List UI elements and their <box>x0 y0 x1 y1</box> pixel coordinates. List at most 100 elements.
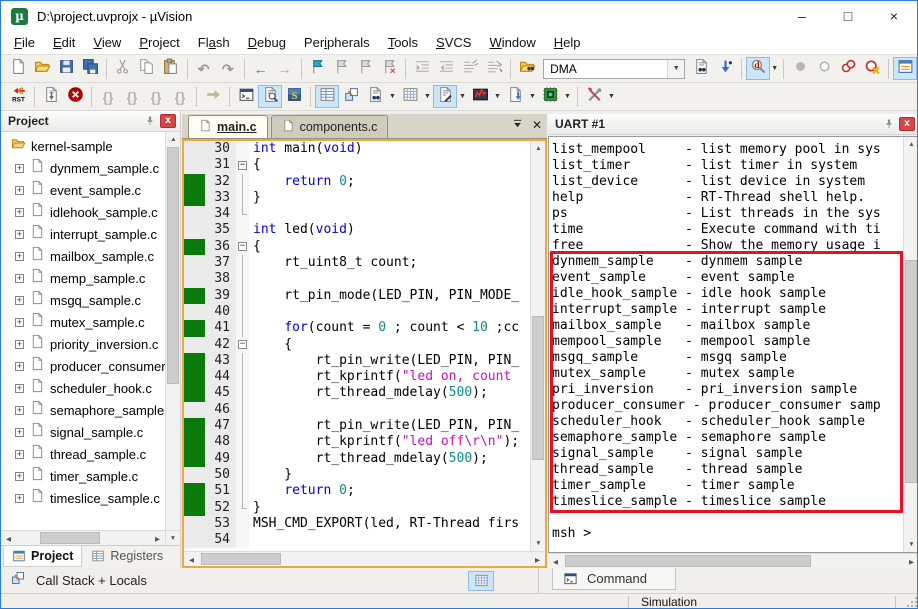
breakpoint-disable-all-button[interactable] <box>836 57 860 80</box>
save-button[interactable] <box>54 57 78 80</box>
menu-help[interactable]: Help <box>545 32 590 53</box>
expand-icon[interactable]: + <box>15 449 24 459</box>
minimize-button[interactable]: – <box>779 1 825 31</box>
scroll-right-icon[interactable]: ▶ <box>904 554 917 569</box>
tree-item-priority_inversion-c[interactable]: + priority_inversion.c <box>1 333 165 355</box>
indent-button[interactable] <box>410 57 434 80</box>
run-button[interactable] <box>39 85 63 108</box>
registers-window-button[interactable] <box>315 85 339 108</box>
close-uart-panel-icon[interactable]: x <box>899 117 915 131</box>
menu-tools[interactable]: Tools <box>379 32 427 53</box>
scroll-right-icon[interactable]: ▶ <box>150 531 165 546</box>
scroll-track[interactable] <box>563 554 904 568</box>
scroll-right-icon[interactable]: ▶ <box>530 552 545 566</box>
tab-project[interactable]: Project <box>3 546 83 567</box>
disassembly-window-button[interactable] <box>258 85 282 108</box>
uart-hscrollbar[interactable]: ◀ ▶ <box>548 553 917 569</box>
bookmark-button[interactable] <box>305 57 329 80</box>
fold-collapse-icon[interactable]: − <box>238 160 247 170</box>
resize-grip-icon[interactable] <box>906 596 918 608</box>
expand-icon[interactable]: + <box>15 339 24 349</box>
debug-session-button[interactable]: d <box>746 57 771 80</box>
trace-window-dropdown-icon[interactable]: ▼ <box>527 85 538 108</box>
scroll-down-icon[interactable]: ▼ <box>531 536 545 551</box>
paste-button[interactable] <box>159 57 183 80</box>
save-all-button[interactable] <box>78 57 102 80</box>
expand-icon[interactable]: + <box>15 185 24 195</box>
expand-icon[interactable]: + <box>15 229 24 239</box>
run-to-line-button[interactable]: {} <box>168 85 192 108</box>
menu-svcs[interactable]: SVCS <box>427 32 480 53</box>
serial-window-dropdown-icon[interactable]: ▼ <box>457 85 468 108</box>
menu-flash[interactable]: Flash <box>189 32 239 53</box>
expand-icon[interactable]: + <box>15 383 24 393</box>
undo-button[interactable]: ↶ <box>192 57 216 80</box>
scroll-thumb[interactable] <box>565 555 811 567</box>
command-window-button[interactable] <box>234 85 258 108</box>
breakpoint-kill-all-button[interactable] <box>860 57 884 80</box>
tree-item-dynmem_sample-c[interactable]: + dynmem_sample.c <box>1 157 165 179</box>
bookmark-next-button[interactable] <box>353 57 377 80</box>
scroll-thumb[interactable] <box>532 315 544 460</box>
breakpoint-enable-button[interactable] <box>812 57 836 80</box>
scroll-up-icon[interactable]: ▲ <box>531 141 545 156</box>
expand-icon[interactable]: + <box>15 361 24 371</box>
tree-item-timeslice_sample-c[interactable]: + timeslice_sample.c <box>1 487 165 509</box>
step-out-button[interactable]: {} <box>144 85 168 108</box>
scroll-up-icon[interactable]: ▲ <box>904 137 917 152</box>
find-in-files-button[interactable] <box>689 57 713 80</box>
tree-item-msgq_sample-c[interactable]: + msgq_sample.c <box>1 289 165 311</box>
new-file-button[interactable] <box>6 57 30 80</box>
tree-item-scheduler_hook-c[interactable]: + scheduler_hook.c <box>1 377 165 399</box>
find-folder-button[interactable] <box>515 57 539 80</box>
scroll-up-icon[interactable]: ▲ <box>166 132 180 147</box>
uart-console[interactable]: list_mempool - list memory pool in sys li… <box>549 137 903 552</box>
incremental-find-button[interactable] <box>713 57 737 80</box>
expand-icon[interactable]: + <box>15 295 24 305</box>
tab-command[interactable]: Command <box>552 568 676 590</box>
expand-icon[interactable]: + <box>15 163 24 173</box>
scroll-thumb[interactable] <box>40 532 101 544</box>
code-lines[interactable]: 30 int main(void) 31−{32 return 0; 33} 34 35 i… <box>184 141 530 551</box>
scroll-thumb[interactable] <box>905 259 917 484</box>
uart-vscrollbar[interactable]: ▲ ▼ <box>903 137 917 552</box>
menu-view[interactable]: View <box>84 32 130 53</box>
stop-button[interactable] <box>63 85 87 108</box>
menu-debug[interactable]: Debug <box>239 32 295 53</box>
tree-item-producer_consumer-c[interactable]: + producer_consumer.c <box>1 355 165 377</box>
expand-icon[interactable]: + <box>15 493 24 503</box>
tree-item-event_sample-c[interactable]: + event_sample.c <box>1 179 165 201</box>
memory-window-button[interactable] <box>468 570 494 591</box>
tree-item-mailbox_sample-c[interactable]: + mailbox_sample.c <box>1 245 165 267</box>
editor-tab-main-c[interactable]: main.c <box>188 115 268 138</box>
scroll-thumb[interactable] <box>201 553 281 565</box>
tree-item-thread_sample-c[interactable]: + thread_sample.c <box>1 443 165 465</box>
close-project-panel-icon[interactable]: x <box>160 114 176 128</box>
cut-button[interactable] <box>111 57 135 80</box>
menu-project[interactable]: Project <box>130 32 188 53</box>
tree-item-memp_sample-c[interactable]: + memp_sample.c <box>1 267 165 289</box>
tree-item-mutex_sample-c[interactable]: + mutex_sample.c <box>1 311 165 333</box>
combobox-dropdown-icon[interactable]: ▼ <box>667 59 685 78</box>
expand-icon[interactable]: + <box>15 251 24 261</box>
trace-window-button[interactable] <box>503 85 527 108</box>
expand-icon[interactable]: + <box>15 405 24 415</box>
system-viewer-dropdown-icon[interactable]: ▼ <box>562 85 573 108</box>
fold-collapse-icon[interactable]: − <box>238 242 247 252</box>
copy-button[interactable] <box>135 57 159 80</box>
uncomment-button[interactable] <box>482 57 506 80</box>
menu-file[interactable]: File <box>5 32 44 53</box>
analysis-window-button[interactable] <box>468 85 492 108</box>
fold-collapse-icon[interactable]: − <box>238 340 247 350</box>
bookmark-prev-button[interactable] <box>329 57 353 80</box>
expand-icon[interactable]: + <box>15 207 24 217</box>
maximize-button[interactable]: □ <box>825 1 871 31</box>
scroll-track[interactable] <box>199 552 530 566</box>
watch-window-button[interactable] <box>363 85 387 108</box>
redo-button[interactable]: ↷ <box>216 57 240 80</box>
menu-window[interactable]: Window <box>480 32 544 53</box>
bookmark-clear-button[interactable] <box>377 57 401 80</box>
close-button[interactable]: × <box>871 1 917 31</box>
serial-window-button[interactable] <box>433 85 457 108</box>
editor-tab-components-c[interactable]: components.c <box>270 115 389 138</box>
